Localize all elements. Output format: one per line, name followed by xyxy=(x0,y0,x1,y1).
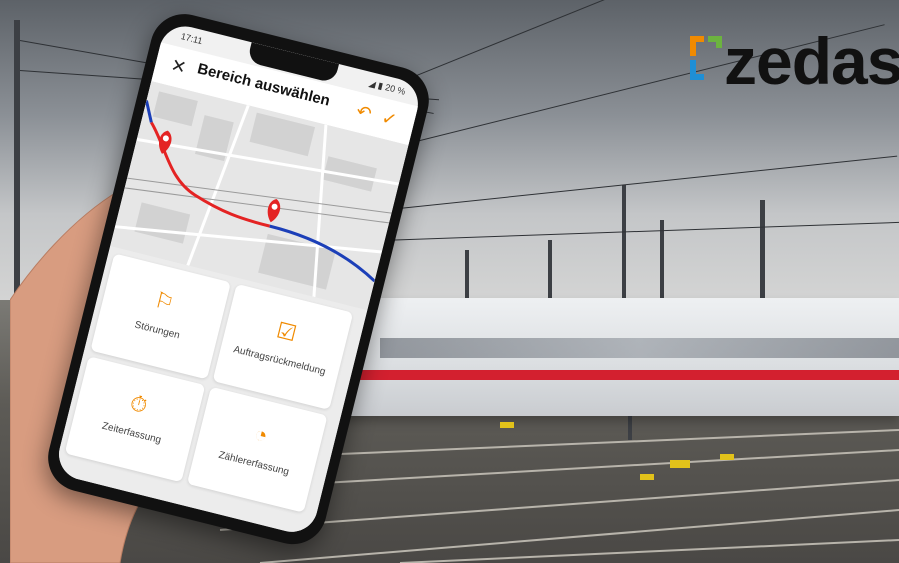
train-windows xyxy=(380,338,899,358)
tile-stoerungen[interactable]: ⚐ Störungen xyxy=(90,253,231,380)
flag-icon: ⚐ xyxy=(151,286,177,316)
tile-zaehlererfassung[interactable]: ◔ Zählererfassung xyxy=(186,386,328,513)
stopwatch-icon: ⏱ xyxy=(127,390,151,419)
high-speed-train xyxy=(330,298,899,416)
close-icon[interactable]: ✕ xyxy=(165,53,192,80)
catenary-mast xyxy=(660,220,664,305)
tile-label: Auftragsrückmeldung xyxy=(232,344,327,378)
tile-zeiterfassung[interactable]: ⏱ Zeiterfassung xyxy=(64,356,206,483)
undo-icon[interactable]: ↶ xyxy=(351,99,378,126)
tile-label: Zählererfassung xyxy=(217,449,291,478)
check-icon[interactable]: ✓ xyxy=(376,105,403,132)
gauge-icon: ◔ xyxy=(251,420,271,449)
tile-label: Zeiterfassung xyxy=(100,420,163,446)
status-time: 17:11 xyxy=(179,31,204,47)
tile-label: Störungen xyxy=(133,319,181,342)
train-red-stripe xyxy=(350,370,899,380)
logo-wordmark: zedas xyxy=(724,24,899,98)
catenary-mast xyxy=(622,185,626,305)
logo-mark xyxy=(690,36,722,80)
tile-auftragsrueckmeldung[interactable]: ☑ Auftragsrückmeldung xyxy=(212,283,354,410)
brand-logo: zedas xyxy=(688,26,899,96)
clipboard-check-icon: ☑ xyxy=(274,317,300,347)
catenary-mast xyxy=(760,200,765,300)
